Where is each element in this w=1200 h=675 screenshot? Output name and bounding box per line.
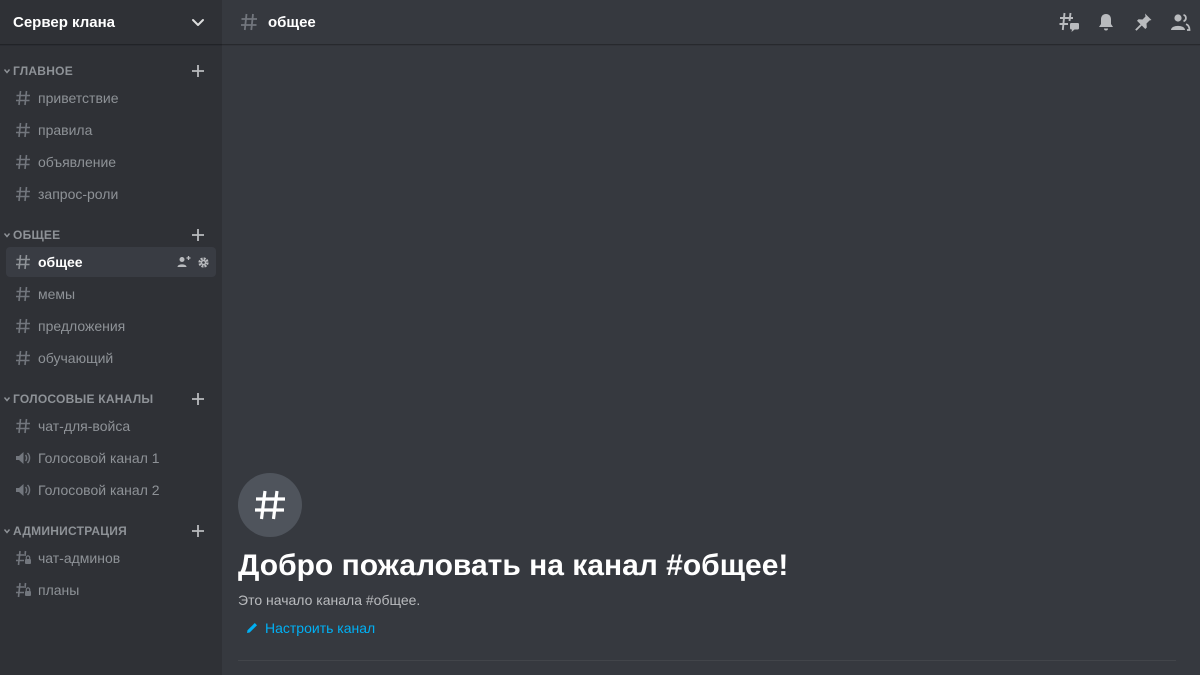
hash-icon [14, 153, 32, 171]
voice-channel-item[interactable]: Голосовой канал 2 [6, 475, 216, 505]
channel-title: общее [268, 13, 316, 31]
channel-name: правила [38, 122, 93, 138]
speaker-icon [14, 449, 32, 467]
edit-channel-link[interactable]: Настроить канал [238, 620, 1178, 636]
channel-item[interactable]: приветствие [6, 83, 216, 113]
channel-item[interactable]: мемы [6, 279, 216, 309]
invite-user-icon[interactable] [177, 255, 191, 269]
hash-icon [14, 317, 32, 335]
category-name: ГОЛОСОВЫЕ КАНАЛЫ [13, 392, 154, 406]
channel-sidebar: Сервер клана ГЛАВНОЕ приветствие правила… [0, 0, 222, 675]
channel-item[interactable]: обучающий [6, 343, 216, 373]
caret-down-icon [2, 526, 12, 536]
hash-icon [14, 349, 32, 367]
channel-item[interactable]: чат-для-войса [6, 411, 216, 441]
caret-down-icon [2, 230, 12, 240]
category-name: ОБЩЕЕ [13, 228, 61, 242]
hash-icon [14, 417, 32, 435]
edit-channel-label: Настроить канал [265, 620, 376, 636]
channel-name: общее [38, 254, 83, 270]
channel-name: предложения [38, 318, 126, 334]
channel-hash-avatar [238, 473, 302, 537]
members-icon[interactable] [1168, 10, 1192, 34]
hash-icon [14, 89, 32, 107]
hash-icon [14, 185, 32, 203]
server-header[interactable]: Сервер клана [0, 0, 222, 44]
create-channel-icon[interactable] [190, 391, 206, 407]
category-name: АДМИНИСТРАЦИЯ [13, 524, 128, 538]
category-main[interactable]: ГЛАВНОЕ [0, 60, 222, 82]
gear-icon[interactable] [196, 255, 210, 269]
category-admin[interactable]: АДМИНИСТРАЦИЯ [0, 520, 222, 542]
locked-hash-icon [14, 549, 32, 567]
divider [238, 660, 1176, 661]
channel-item[interactable]: объявление [6, 147, 216, 177]
channel-name: запрос-роли [38, 186, 119, 202]
create-channel-icon[interactable] [190, 523, 206, 539]
channel-list: ГЛАВНОЕ приветствие правила объявление з… [0, 44, 222, 605]
caret-down-icon [2, 66, 12, 76]
threads-icon[interactable] [1057, 10, 1081, 34]
server-name: Сервер клана [13, 13, 115, 31]
channel-name: Голосовой канал 2 [38, 482, 160, 498]
hash-icon [255, 490, 285, 520]
channel-name: чат-админов [38, 550, 121, 566]
hash-icon [14, 285, 32, 303]
category-general[interactable]: ОБЩЕЕ [0, 224, 222, 246]
create-channel-icon[interactable] [190, 63, 206, 79]
channel-item-selected[interactable]: общее [6, 247, 216, 277]
caret-down-icon [2, 394, 12, 404]
channel-item[interactable]: предложения [6, 311, 216, 341]
channel-name: Голосовой канал 1 [38, 450, 160, 466]
locked-hash-icon [14, 581, 32, 599]
chevron-down-icon [190, 14, 206, 30]
channel-welcome: Добро пожаловать на канал #общее! Это на… [238, 473, 1178, 636]
channel-name: объявление [38, 154, 117, 170]
hash-icon [14, 121, 32, 139]
channel-item[interactable]: запрос-роли [6, 179, 216, 209]
channel-name: чат-для-войса [38, 418, 131, 434]
voice-channel-item[interactable]: Голосовой канал 1 [6, 443, 216, 473]
welcome-title: Добро пожаловать на канал #общее! [238, 549, 789, 582]
hash-icon [14, 253, 32, 271]
bell-icon[interactable] [1094, 10, 1118, 34]
channel-item[interactable]: правила [6, 115, 216, 145]
channel-name: мемы [38, 286, 76, 302]
private-channel-item[interactable]: чат-админов [6, 543, 216, 573]
channel-name: планы [38, 582, 80, 598]
channel-name: обучающий [38, 350, 114, 366]
channel-header: общее [222, 0, 1200, 44]
category-name: ГЛАВНОЕ [13, 64, 73, 78]
category-voice[interactable]: ГОЛОСОВЫЕ КАНАЛЫ [0, 388, 222, 410]
create-channel-icon[interactable] [190, 227, 206, 243]
private-channel-item[interactable]: планы [6, 575, 216, 605]
hash-icon [239, 12, 259, 32]
header-toolbar [1057, 10, 1192, 34]
chat-area: общее Добро пожаловать на канал #общее! … [222, 0, 1200, 675]
welcome-subtitle: Это начало канала #общее. [238, 592, 421, 608]
pin-icon[interactable] [1131, 10, 1155, 34]
pencil-icon [244, 620, 260, 636]
speaker-icon [14, 481, 32, 499]
channel-name: приветствие [38, 90, 119, 106]
